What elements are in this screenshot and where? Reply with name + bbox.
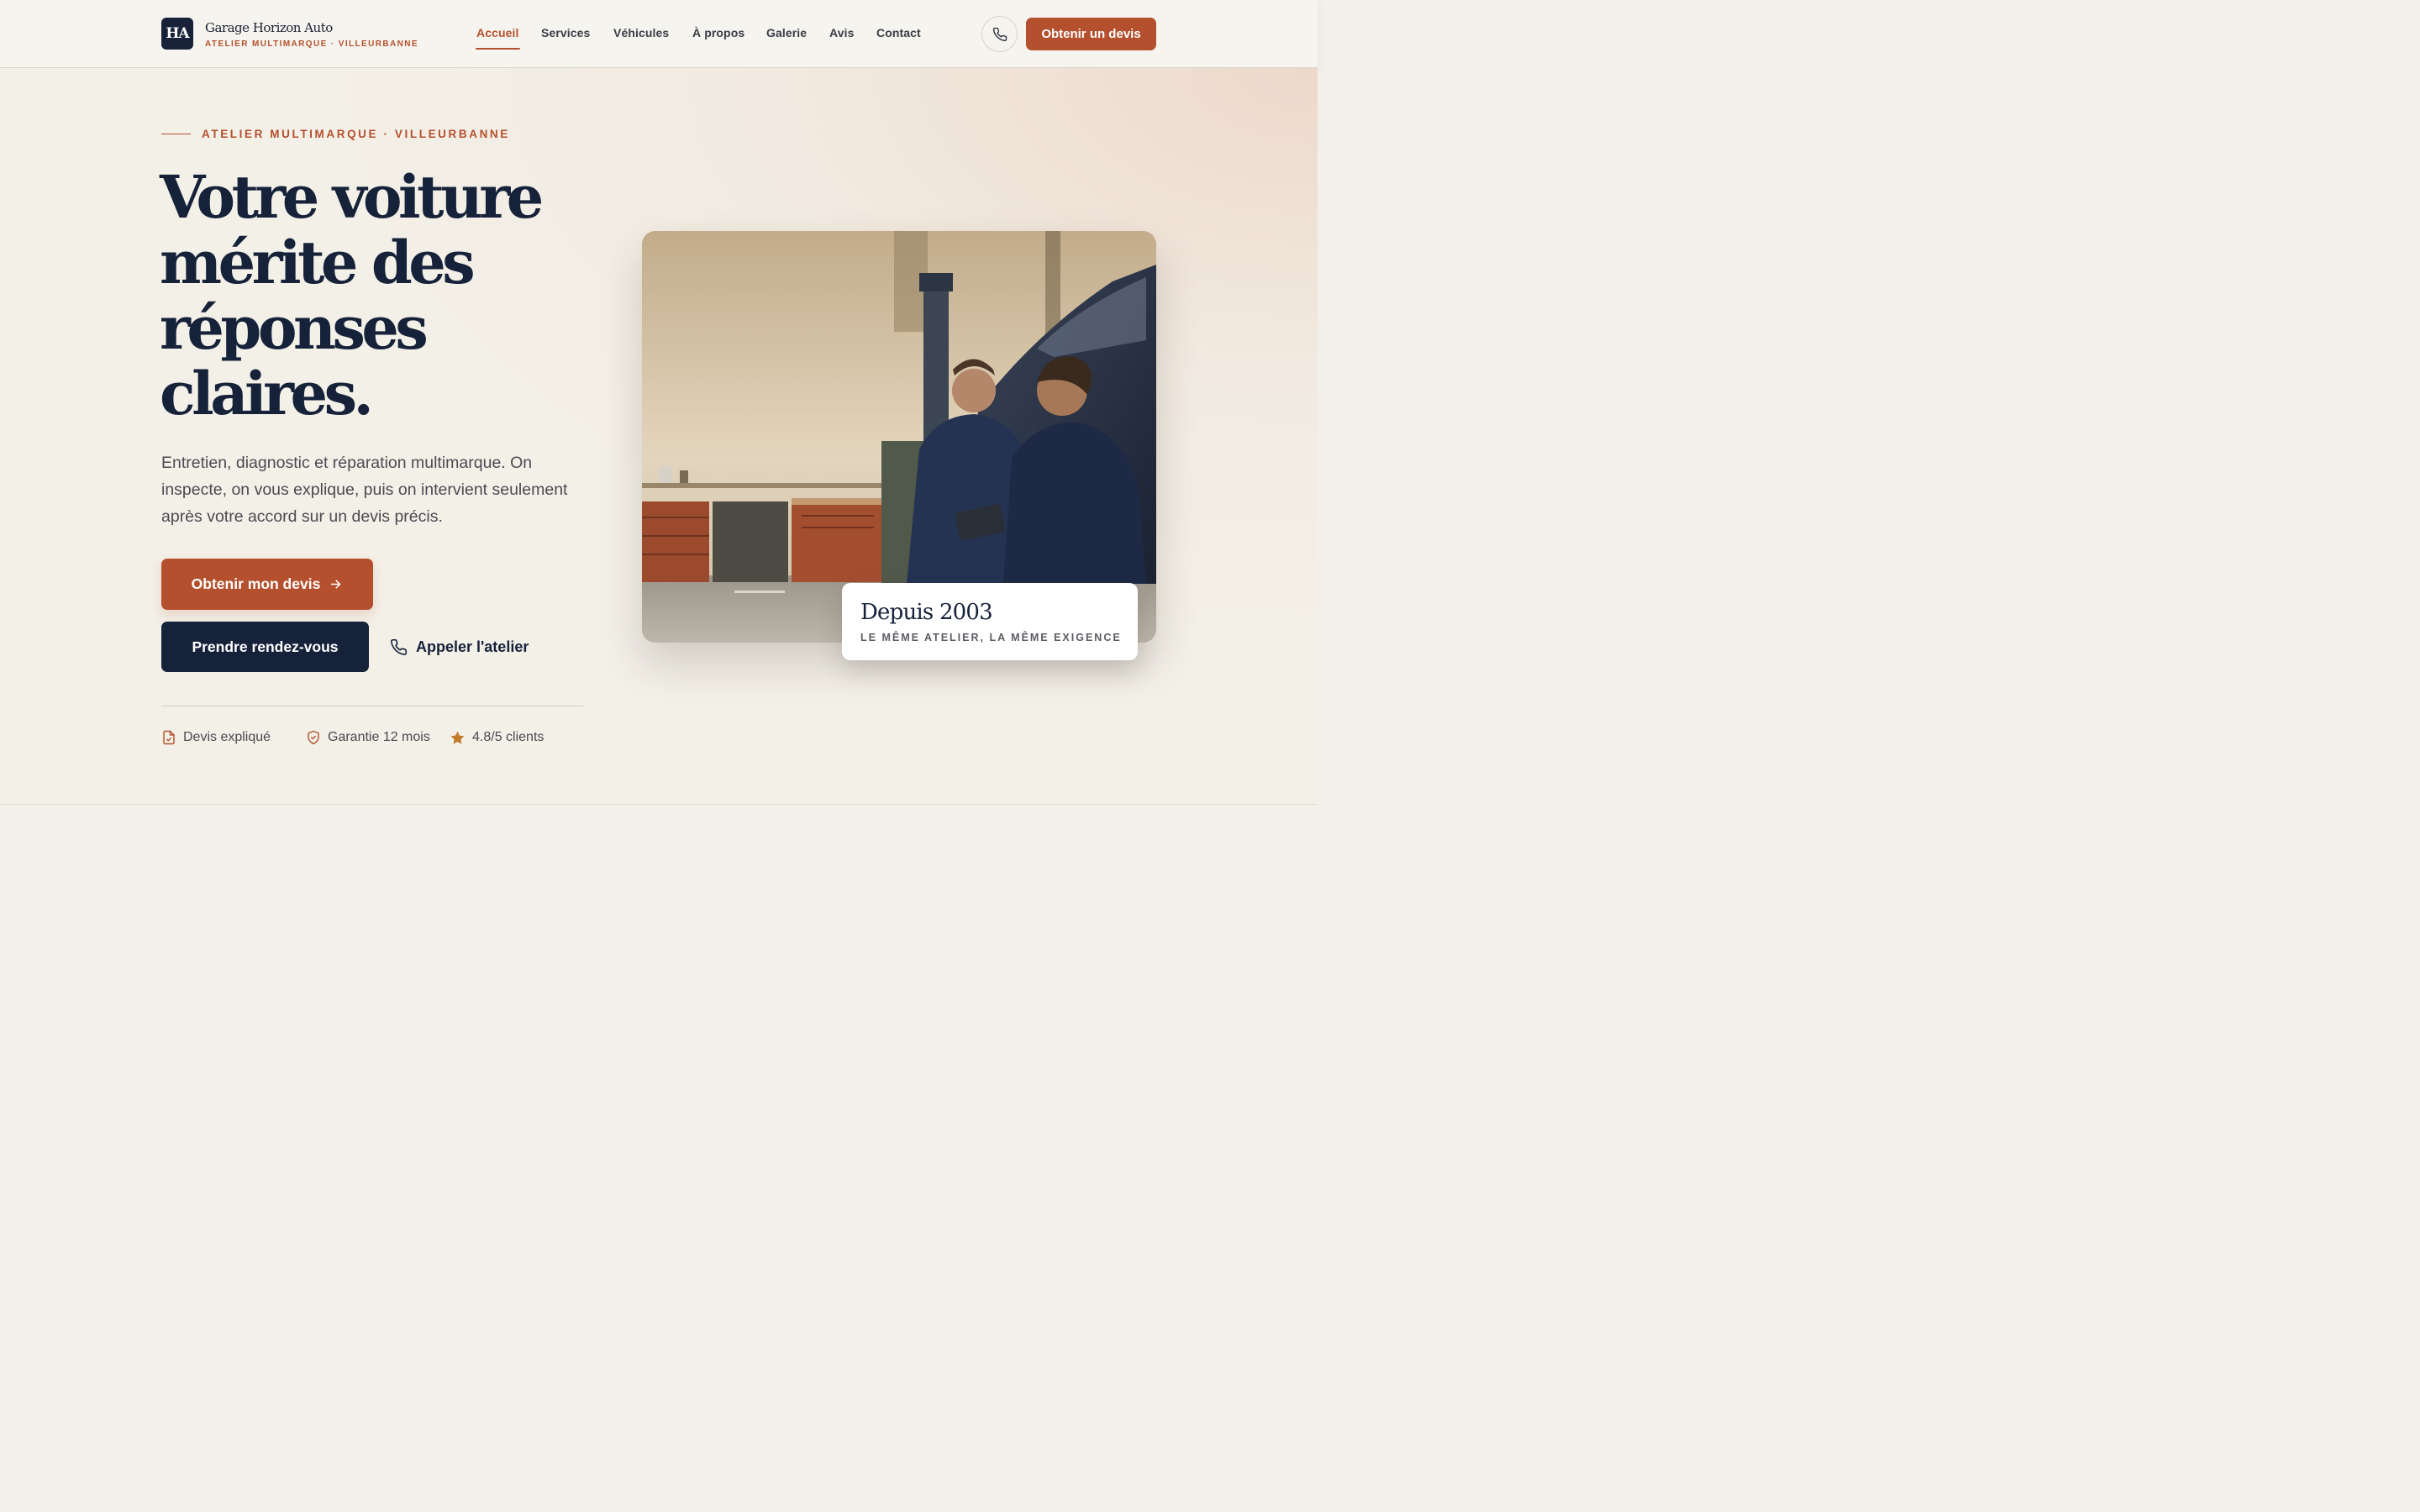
nav-item-contact[interactable]: Contact (876, 26, 921, 39)
get-quote-button[interactable]: Obtenir mon devis (161, 559, 373, 610)
call-workshop-label: Appeler l'atelier (416, 638, 529, 655)
site-header: HA Garage Horizon Auto ATELIER MULTIMARQ… (0, 0, 1318, 68)
headline-line-2: mérite des (160, 228, 476, 297)
headline-line-4: claires. (160, 359, 374, 428)
header-quote-button[interactable]: Obtenir un devis (1026, 18, 1156, 50)
brand-name[interactable]: Garage Horizon Auto (205, 20, 333, 35)
logo-badge[interactable]: HA (161, 18, 193, 50)
phone-icon (992, 27, 1007, 41)
brand-tagline: ATELIER MULTIMARQUE · VILLEURBANNE (205, 39, 418, 49)
workshop-photo (642, 231, 1156, 643)
nav-active-indicator (476, 48, 520, 50)
headline-line-1: Votre voiture (160, 162, 544, 232)
feature-rating-label: 4.8/5 clients (472, 730, 544, 744)
get-quote-label: Obtenir mon devis (191, 575, 321, 592)
call-workshop-link[interactable]: Appeler l'atelier (390, 637, 529, 657)
nav-item-galerie[interactable]: Galerie (766, 26, 807, 39)
nav-item-avis[interactable]: Avis (829, 26, 854, 39)
star-icon (450, 731, 465, 744)
nav-item-vehicules[interactable]: Véhicules (613, 26, 669, 39)
workshop-illustration (642, 231, 1156, 643)
phone-icon (391, 638, 408, 655)
feature-quote: Devis expliqué (161, 727, 271, 748)
hero-bottom-border (0, 804, 1318, 805)
since-badge-subtitle: LE MÊME ATELIER, LA MÊME EXIGENCE (860, 632, 1122, 643)
book-appointment-button[interactable]: Prendre rendez-vous (161, 622, 369, 672)
hero-lead: Entretien, diagnostic et réparation mult… (161, 454, 568, 526)
phone-button[interactable] (981, 16, 1018, 52)
feature-warranty: Garantie 12 mois (306, 727, 430, 748)
feature-quote-label: Devis expliqué (183, 730, 271, 744)
since-badge-title: Depuis 2003 (860, 600, 993, 625)
nav-item-a-propos[interactable]: À propos (692, 26, 744, 39)
nav-item-accueil[interactable]: Accueil (476, 26, 519, 39)
nav-item-services[interactable]: Services (541, 26, 590, 39)
shield-icon (308, 730, 319, 745)
feature-rating: 4.8/5 clients (450, 727, 544, 748)
hero-eyebrow: ATELIER MULTIMARQUE · VILLEURBANNE (202, 128, 510, 140)
document-icon (163, 730, 175, 745)
hero-headline: Votre voiture mérite des réponses claire… (160, 165, 630, 427)
arrow-right-icon (331, 580, 341, 589)
since-badge: Depuis 2003 LE MÊME ATELIER, LA MÊME EXI… (842, 583, 1138, 660)
feature-warranty-label: Garantie 12 mois (328, 730, 430, 744)
headline-line-3: réponses (160, 293, 429, 363)
